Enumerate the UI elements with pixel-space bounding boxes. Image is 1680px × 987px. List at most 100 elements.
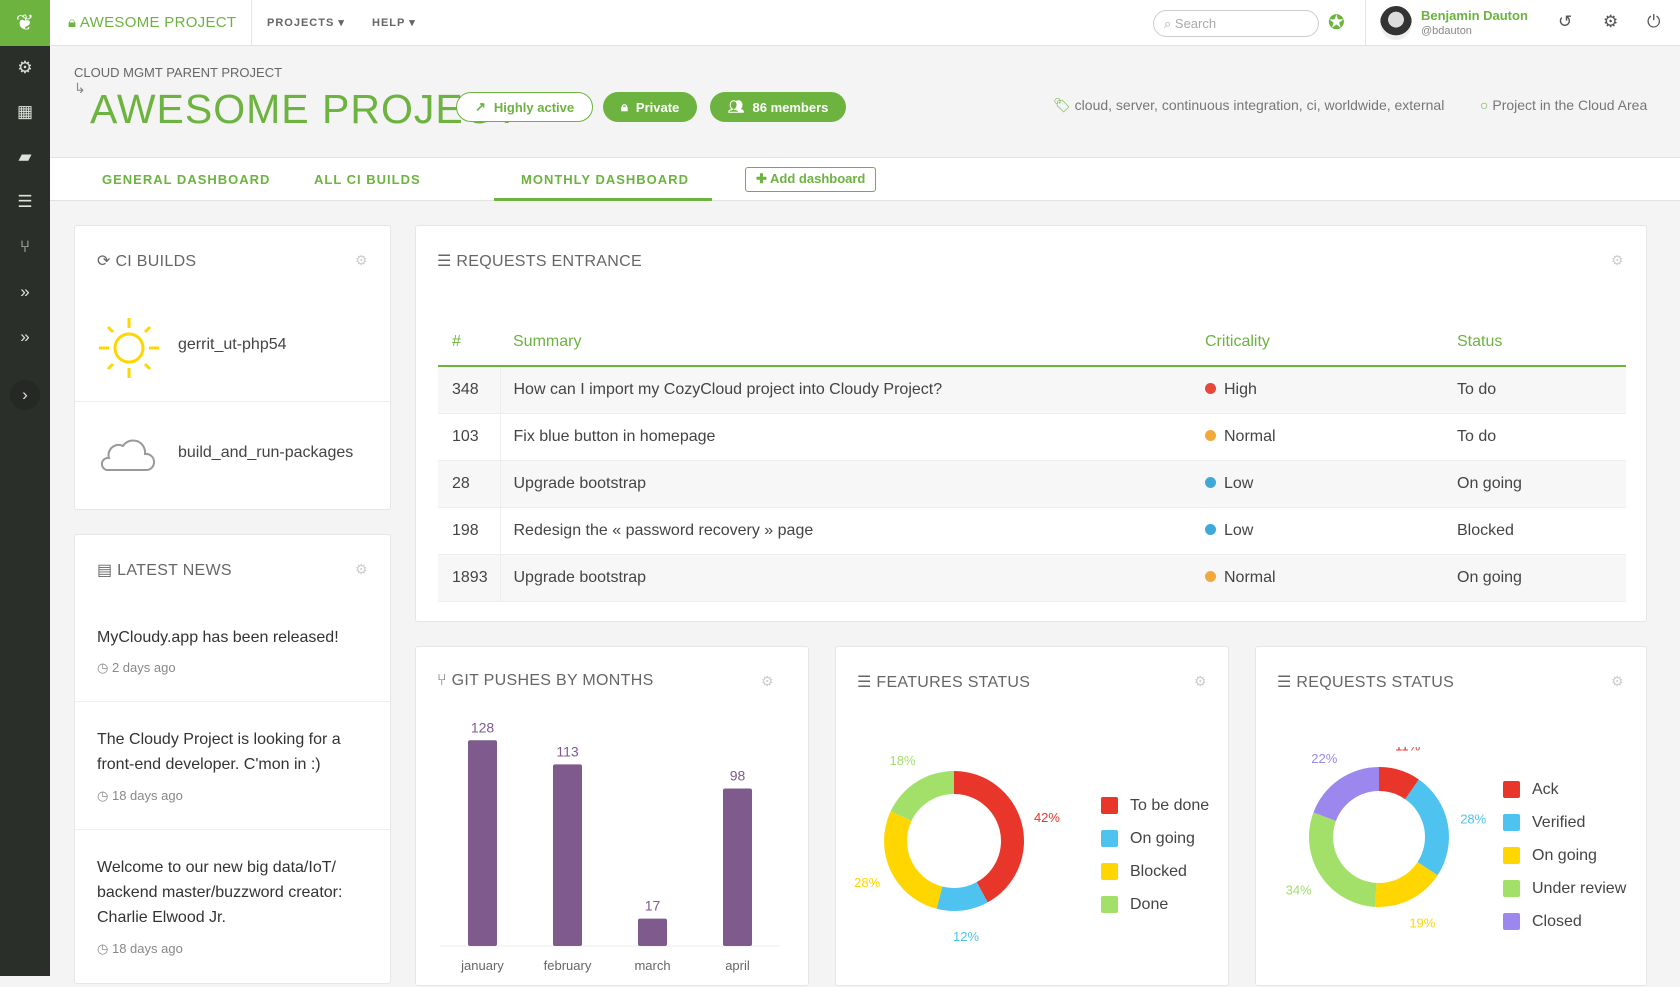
tab-monthly-dashboard[interactable]: MONTHLY DASHBOARD <box>521 172 689 187</box>
double-chevron-icon[interactable]: » <box>0 277 50 307</box>
git-icon[interactable]: ⑂ <box>0 232 50 262</box>
criticality-text: High <box>1224 380 1257 398</box>
card-title: ⟳ CI BUILDS <box>97 251 196 271</box>
gear-icon[interactable]: ⚙ <box>1611 673 1624 690</box>
folder-open-icon[interactable]: ▰ <box>0 142 50 172</box>
history-icon[interactable]: ↺ <box>1558 12 1572 32</box>
help-menu[interactable]: HELP ▾ <box>372 16 416 29</box>
members-badge[interactable]: 👥︎ 86 members <box>710 92 847 122</box>
search-input[interactable]: ⌕ Search <box>1153 10 1319 37</box>
col-status[interactable]: Status <box>1444 318 1626 367</box>
ci-build-name[interactable]: gerrit_ut-php54 <box>178 336 287 354</box>
donut-slice[interactable] <box>1313 767 1379 821</box>
legend-item[interactable]: Ack <box>1503 773 1626 806</box>
cell-id: 348 <box>438 366 501 414</box>
gear-icon[interactable]: ⚙ <box>1194 673 1207 690</box>
latest-news-card: ▤ LATEST NEWS ⚙ MyCloudy.app has been re… <box>74 534 391 984</box>
legend-swatch <box>1503 847 1520 864</box>
title-text: CI BUILDS <box>115 253 197 270</box>
news-title[interactable]: The Cloudy Project is looking for a fron… <box>97 727 357 777</box>
git-pushes-card: ⑂ GIT PUSHES BY MONTHS ⚙ 128 january 113 fe… <box>415 646 809 986</box>
list-icon[interactable]: ☰ <box>0 187 50 217</box>
criticality-dot-icon <box>1205 476 1216 488</box>
col-criticality[interactable]: Criticality <box>1192 318 1444 367</box>
gear-icon[interactable]: ⚙ <box>355 561 368 578</box>
legend-item[interactable]: Verified <box>1503 806 1626 839</box>
legend-swatch <box>1503 913 1520 930</box>
criticality-text: Low <box>1224 474 1254 492</box>
tab-general-dashboard[interactable]: GENERAL DASHBOARD <box>102 172 270 187</box>
criticality-dot-icon <box>1205 382 1216 394</box>
donut-slice[interactable] <box>954 771 1024 903</box>
cell-status: On going <box>1444 554 1626 602</box>
news-date: ◷ 18 days ago <box>97 941 183 957</box>
table-row[interactable]: 1893 Upgrade bootstrap Normal On going <box>438 554 1626 602</box>
legend-item[interactable]: Blocked <box>1101 855 1209 888</box>
power-icon[interactable]: ⏻ <box>1647 12 1660 32</box>
gear-icon[interactable]: ⚙ <box>355 252 368 269</box>
legend-label: Verified <box>1532 813 1586 831</box>
settings-cogs-icon[interactable]: ⚙ <box>0 53 50 83</box>
news-title[interactable]: MyCloudy.app has been released! <box>97 625 357 650</box>
legend-label: Done <box>1130 895 1169 913</box>
legend-item[interactable]: On going <box>1101 822 1209 855</box>
bar[interactable] <box>468 740 497 946</box>
donut-slice[interactable] <box>1309 812 1377 907</box>
list-icon: ☰ <box>437 253 457 270</box>
table-row[interactable]: 348 How can I import my CozyCloud projec… <box>438 366 1626 414</box>
table-icon[interactable]: ▦ <box>0 97 50 127</box>
gear-icon[interactable]: ⚙ <box>1611 252 1624 269</box>
legend-item[interactable]: On going <box>1503 839 1626 872</box>
legend-item[interactable]: Done <box>1101 888 1209 921</box>
donut-slice[interactable] <box>884 811 943 909</box>
cell-summary[interactable]: Upgrade bootstrap <box>500 554 1192 602</box>
table-row[interactable]: 28 Upgrade bootstrap Low On going <box>438 460 1626 508</box>
leaf-logo-icon[interactable]: ❦ <box>0 0 50 46</box>
parent-project-link[interactable]: CLOUD MGMT PARENT PROJECT <box>74 65 282 80</box>
bar[interactable] <box>723 788 752 947</box>
user-name[interactable]: Benjamin Dauton <box>1421 8 1528 23</box>
card-title: ☰ REQUESTS ENTRANCE <box>437 251 642 271</box>
cell-summary[interactable]: Upgrade bootstrap <box>500 460 1192 508</box>
cell-criticality: Normal <box>1192 413 1444 461</box>
donut-slice[interactable] <box>1405 779 1449 876</box>
cloud-status-icon[interactable]: ✪ <box>1328 10 1345 35</box>
badge-label: 86 members <box>752 99 829 115</box>
badge-label: Highly active <box>493 99 575 115</box>
card-title: ▤ LATEST NEWS <box>97 560 232 580</box>
legend-label: To be done <box>1130 796 1210 814</box>
projects-menu[interactable]: PROJECTS ▾ <box>267 16 345 29</box>
cell-summary[interactable]: Redesign the « password recovery » page <box>500 507 1192 555</box>
table-row[interactable]: 103 Fix blue button in homepage Normal T… <box>438 413 1626 461</box>
legend-item[interactable]: Under review <box>1503 872 1626 905</box>
legend-item[interactable]: To be done <box>1101 789 1209 822</box>
cell-summary[interactable]: Fix blue button in homepage <box>500 413 1192 461</box>
avatar[interactable] <box>1380 6 1412 40</box>
table-row[interactable]: 198 Redesign the « password recovery » p… <box>438 507 1626 555</box>
expand-sidebar-button[interactable]: › <box>10 380 40 410</box>
add-dashboard-button[interactable]: ✚ Add dashboard <box>745 167 877 192</box>
tab-all-ci-builds[interactable]: ALL CI BUILDS <box>314 172 421 187</box>
project-link[interactable]: 🔒︎ AWESOME PROJECT <box>68 14 236 31</box>
ci-build-name[interactable]: build_and_run-packages <box>178 444 353 462</box>
news-title[interactable]: Welcome to our new big data/IoT/ backend… <box>97 855 357 930</box>
cell-summary[interactable]: How can I import my CozyCloud project in… <box>500 366 1192 414</box>
git-pushes-bar-chart: 128 january 113 february 17 march 98 april <box>440 719 780 973</box>
bar[interactable] <box>553 764 582 946</box>
criticality-dot-icon <box>1205 523 1216 535</box>
gear-icon[interactable]: ⚙ <box>761 673 774 690</box>
features-status-donut: 42% 12% 28% 18% <box>854 753 1060 944</box>
donut-slice[interactable] <box>890 771 954 821</box>
gear-icon[interactable]: ⚙ <box>1603 12 1618 32</box>
legend-item[interactable]: Closed <box>1503 905 1626 938</box>
double-chevron-icon[interactable]: » <box>0 322 50 352</box>
x-tick-label: march <box>634 958 670 973</box>
bar[interactable] <box>638 918 667 946</box>
col-summary[interactable]: Summary <box>500 318 1192 367</box>
table-header: # Summary Criticality Status <box>438 318 1626 367</box>
subproject-arrow-icon: ↳ <box>74 80 86 96</box>
slice-percent-label: 34% <box>1286 883 1312 898</box>
area-text: Project in the Cloud Area <box>1492 97 1648 113</box>
col-id[interactable]: # <box>438 318 500 367</box>
legend-swatch <box>1101 863 1118 880</box>
